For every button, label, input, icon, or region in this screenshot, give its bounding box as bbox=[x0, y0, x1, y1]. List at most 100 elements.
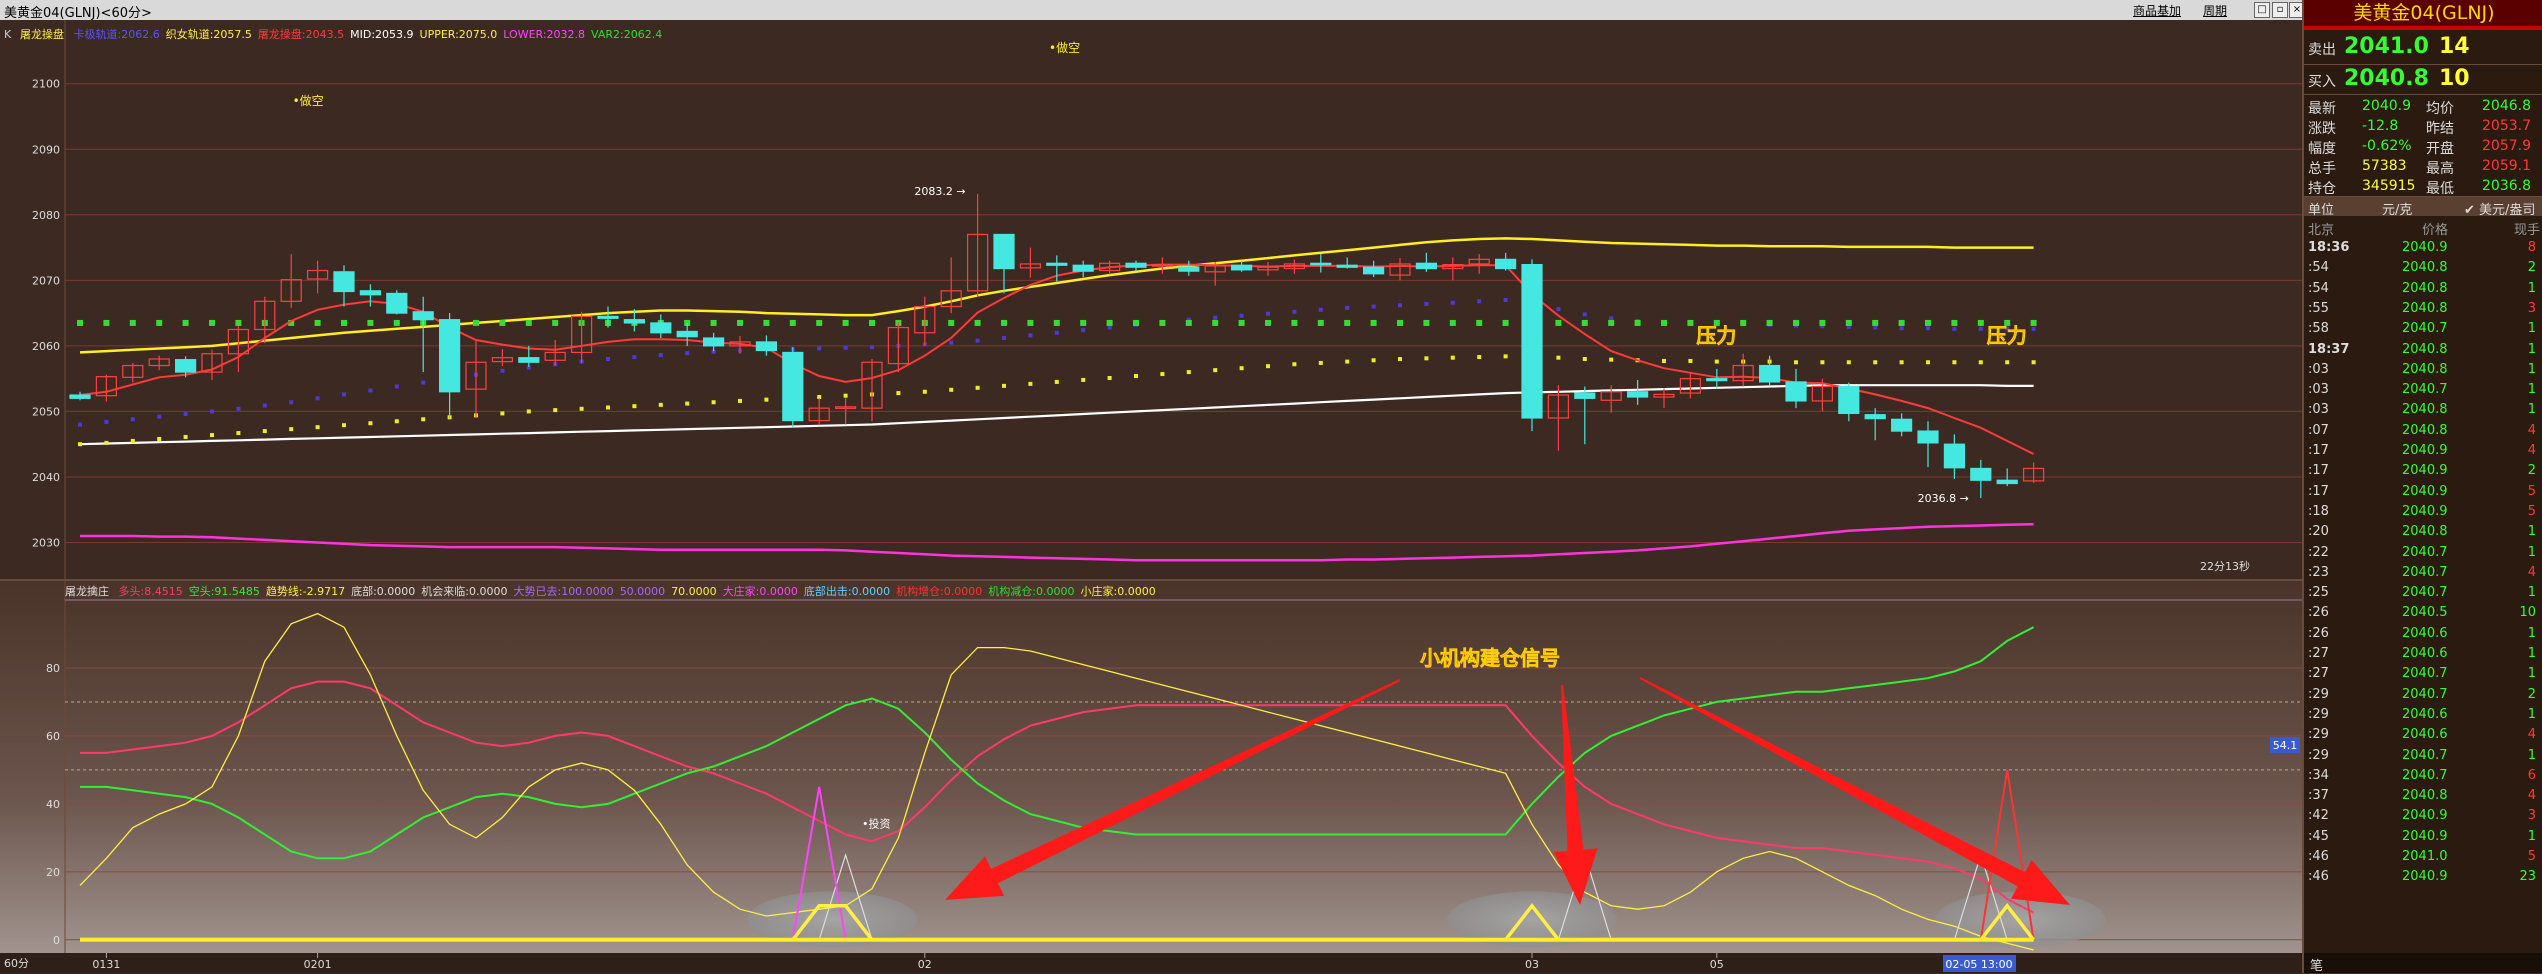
yellow-dot bbox=[1028, 381, 1033, 386]
tick-volume: 2 bbox=[2527, 686, 2536, 702]
blue-dot bbox=[632, 355, 637, 360]
tick-row: :25 2040.7 1 bbox=[2304, 583, 2542, 603]
green-dot bbox=[129, 319, 136, 326]
quote-stat-value2: 2036.8 bbox=[2482, 178, 2531, 194]
yellow-dot bbox=[843, 393, 848, 398]
yellow-dot bbox=[553, 408, 558, 413]
green-dot bbox=[1977, 319, 1984, 326]
tick-price: 2040.8 bbox=[2402, 260, 2448, 276]
tick-time: 18:37 bbox=[2308, 341, 2350, 357]
quote-stat-value2: 2057.9 bbox=[2482, 138, 2531, 154]
yellow-dot bbox=[2005, 360, 2010, 365]
tick-price: 2040.9 bbox=[2402, 463, 2448, 479]
tick-price: 2040.7 bbox=[2402, 564, 2448, 580]
green-dot bbox=[77, 319, 83, 326]
sell-row[interactable]: 卖出 2041.0 14 bbox=[2304, 34, 2542, 60]
yellow-dot bbox=[78, 442, 82, 447]
tick-time: :17 bbox=[2308, 463, 2329, 479]
low-label: 2036.8 → bbox=[1918, 492, 1969, 505]
tick-volume: 1 bbox=[2527, 666, 2536, 682]
green-dot bbox=[1212, 319, 1219, 326]
restore-icon[interactable]: □ bbox=[2254, 2, 2270, 18]
blue-dot bbox=[210, 409, 214, 414]
main-legend-item: VAR2:2062.4 bbox=[591, 28, 662, 41]
buy-volume: 10 bbox=[2439, 66, 2470, 91]
tick-time: :42 bbox=[2308, 808, 2329, 824]
tick-price: 2040.8 bbox=[2402, 422, 2448, 438]
unit-row[interactable]: 单位 元/克 ✔ 美元/盎司 bbox=[2304, 197, 2542, 218]
blue-dot bbox=[1503, 298, 1508, 302]
blue-dot bbox=[78, 422, 82, 427]
maximize-icon[interactable]: ▫ bbox=[2272, 2, 2288, 18]
blue-dot bbox=[1028, 333, 1033, 338]
green-dot bbox=[1687, 319, 1694, 326]
tick-volume: 1 bbox=[2527, 321, 2536, 337]
blue-dot bbox=[1239, 313, 1244, 318]
blue-dot bbox=[342, 392, 346, 397]
tick-volume: 3 bbox=[2527, 300, 2536, 316]
tick-price: 2040.7 bbox=[2402, 686, 2448, 702]
green-dot bbox=[789, 319, 796, 326]
green-dot bbox=[816, 319, 823, 326]
tick-volume: 4 bbox=[2527, 727, 2536, 743]
green-dot bbox=[1555, 319, 1562, 326]
blue-dot bbox=[1107, 325, 1112, 330]
chart-canvas[interactable]: 20302040205020602070208020902100 0204060… bbox=[0, 20, 2302, 973]
tick-row: :54 2040.8 1 bbox=[2304, 279, 2542, 299]
tick-volume: 4 bbox=[2527, 788, 2536, 804]
tick-price: 2040.6 bbox=[2402, 646, 2448, 661]
yellow-dot bbox=[1794, 360, 1798, 365]
tick-time: :20 bbox=[2308, 524, 2329, 540]
sub-legend-item: 空头:91.5485 bbox=[189, 584, 260, 598]
tick-header: 北京 价格 现手 bbox=[2304, 217, 2542, 238]
yellow-dot bbox=[975, 385, 980, 390]
invest-label: •投资 bbox=[862, 817, 891, 831]
yellow-dot bbox=[1266, 364, 1270, 369]
candle-body bbox=[1864, 414, 1886, 420]
sell-price: 2041.0 bbox=[2344, 34, 2429, 59]
tick-time: :54 bbox=[2308, 260, 2329, 276]
tick-row: :27 2040.7 1 bbox=[2304, 664, 2542, 684]
blue-dot bbox=[1873, 325, 1878, 330]
green-dot bbox=[1449, 319, 1456, 326]
candle-body bbox=[386, 292, 408, 314]
tick-time: :29 bbox=[2308, 686, 2329, 702]
y-tick-label: 60 bbox=[46, 730, 60, 743]
candle-body bbox=[650, 322, 672, 334]
product-overlay-button[interactable]: 商品基加 bbox=[2133, 2, 2181, 19]
tick-header-volume: 现手 bbox=[2513, 223, 2540, 238]
main-legend-item: LOWER:2032.8 bbox=[503, 28, 585, 41]
x-tick-label: 02 bbox=[918, 958, 932, 971]
tick-volume: 1 bbox=[2527, 747, 2536, 763]
candle-body bbox=[993, 233, 1015, 270]
tick-row: :03 2040.8 1 bbox=[2304, 400, 2542, 420]
buy-row[interactable]: 买入 2040.8 10 bbox=[2304, 66, 2542, 92]
period-button[interactable]: 周期 bbox=[2203, 2, 2227, 19]
yellow-dot bbox=[183, 434, 188, 439]
tick-time: :46 bbox=[2308, 869, 2329, 885]
tick-price: 2040.8 bbox=[2402, 300, 2448, 316]
quote-stat-row: 幅度 -0.62% 开盘 2057.9 bbox=[2304, 136, 2542, 157]
blue-dot bbox=[843, 345, 848, 350]
yellow-dot bbox=[1318, 360, 1323, 365]
yellow-dot bbox=[1345, 359, 1350, 364]
y-tick-label: 2030 bbox=[32, 537, 60, 550]
blue-dot bbox=[500, 368, 505, 373]
green-dot bbox=[499, 319, 506, 326]
quote-stat-value: -0.62% bbox=[2362, 138, 2412, 154]
sub-legend-item: 70.0000 bbox=[671, 585, 717, 598]
main-legend-prefix: K bbox=[4, 28, 12, 41]
tick-time: :07 bbox=[2308, 422, 2329, 438]
tick-time: :26 bbox=[2308, 625, 2329, 641]
yellow-dot bbox=[342, 423, 346, 428]
tick-volume: 1 bbox=[2527, 706, 2536, 722]
quote-stat-label: 持仓 bbox=[2308, 181, 2336, 197]
sell-signal-label: •做空 bbox=[1049, 40, 1080, 55]
yellow-dot bbox=[1582, 356, 1587, 361]
y-tick-label: 0 bbox=[53, 934, 60, 947]
unit-option[interactable]: ✔ 美元/盎司 bbox=[2464, 199, 2535, 218]
green-dot bbox=[1080, 319, 1087, 326]
tick-time: :18 bbox=[2308, 503, 2329, 519]
blue-dot bbox=[949, 340, 954, 345]
blue-dot bbox=[1609, 316, 1614, 321]
